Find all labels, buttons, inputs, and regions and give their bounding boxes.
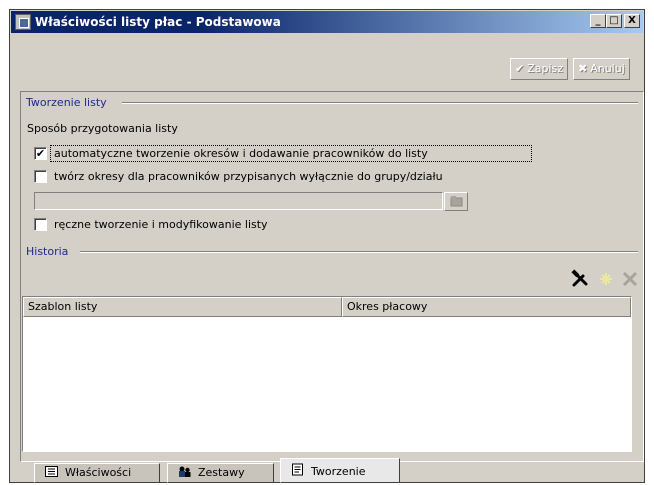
group-field[interactable] <box>34 192 443 210</box>
option-group-checkbox[interactable] <box>34 170 47 183</box>
tab-wlasciwosci[interactable]: Właściwości <box>34 463 160 483</box>
group-picker-button[interactable] <box>444 192 468 211</box>
people-icon <box>179 466 191 477</box>
folder-icon <box>450 196 463 207</box>
save-button[interactable]: ✔ Zapisz <box>510 58 569 80</box>
document-icon <box>292 463 303 476</box>
cancel-label: Anuluj <box>590 62 625 75</box>
save-label: Zapisz <box>527 62 564 75</box>
history-table[interactable]: Szablon listy Okres płacowy <box>22 296 632 452</box>
option-auto-checkbox[interactable]: ✔ <box>34 147 47 160</box>
close-button[interactable]: X <box>624 14 640 28</box>
dialog-window: Właściwości listy płac - Podstawowa _ □ … <box>9 9 645 483</box>
historia-divider <box>80 251 638 253</box>
tab-zestawy[interactable]: Zestawy <box>167 463 274 483</box>
tab-tworzenie[interactable]: Tworzenie <box>280 458 400 483</box>
method-label: Sposób przygotowania listy <box>27 122 178 135</box>
title-bar[interactable]: Właściwości listy płac - Podstawowa _ □ … <box>11 11 643 33</box>
column-header-okres[interactable]: Okres płacowy <box>342 297 631 317</box>
tools-button[interactable] <box>570 268 592 290</box>
app-icon <box>15 14 31 30</box>
group-divider <box>122 102 638 104</box>
tab-bar: Właściwości Zestawy Tworzenie <box>10 458 644 483</box>
tab-label: Tworzenie <box>311 465 366 478</box>
sparkle-icon <box>600 273 612 285</box>
delete-x-icon <box>622 271 638 287</box>
group-title-tworzenie: Tworzenie listy <box>26 96 107 109</box>
add-button[interactable] <box>595 268 617 290</box>
x-icon: ✖ <box>578 62 588 75</box>
hammer-wrench-icon <box>571 269 588 287</box>
check-icon: ✔ <box>515 62 525 75</box>
option-group-label[interactable]: twórz okresy dla pracowników przypisanyc… <box>54 170 443 183</box>
minimize-button[interactable]: _ <box>590 14 606 28</box>
window-title: Właściwości listy płac - Podstawowa <box>35 15 281 29</box>
list-icon <box>45 466 58 477</box>
tab-label: Zestawy <box>198 466 245 479</box>
option-auto-label[interactable]: automatyczne tworzenie okresów i dodawan… <box>54 147 428 160</box>
option-manual-checkbox[interactable] <box>34 218 47 231</box>
option-manual-label[interactable]: ręczne tworzenie i modyfikowanie listy <box>54 218 268 231</box>
delete-button[interactable] <box>619 268 641 290</box>
maximize-button[interactable]: □ <box>606 14 622 28</box>
group-title-historia: Historia <box>26 245 69 258</box>
cancel-button[interactable]: ✖ Anuluj <box>573 58 630 80</box>
tab-label: Właściwości <box>65 466 132 479</box>
column-header-szablon[interactable]: Szablon listy <box>23 297 342 317</box>
